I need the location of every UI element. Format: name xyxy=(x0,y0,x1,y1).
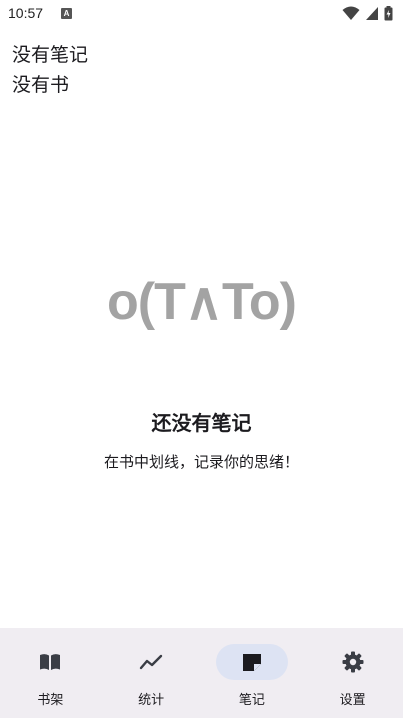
nav-label-stats: 统计 xyxy=(138,693,165,708)
nav-item-stats[interactable]: 统计 xyxy=(101,628,202,718)
bottom-navigation: 书架 统计 笔记 设置 xyxy=(0,628,403,718)
nav-item-notes[interactable]: 笔记 xyxy=(202,628,303,718)
gear-icon xyxy=(342,651,364,673)
empty-title: 还没有笔记 xyxy=(151,411,252,435)
nav-item-settings[interactable]: 设置 xyxy=(302,628,403,718)
note-icon xyxy=(242,654,261,671)
header-lines: 没有笔记 没有书 xyxy=(12,40,88,100)
nav-label-bookshelf: 书架 xyxy=(37,693,64,708)
status-icons xyxy=(342,6,393,22)
signal-icon xyxy=(365,7,378,20)
trend-icon xyxy=(139,654,163,670)
nav-item-bookshelf[interactable]: 书架 xyxy=(0,628,101,718)
nav-label-notes: 笔记 xyxy=(238,693,265,708)
status-time: 10:57 xyxy=(8,5,44,21)
nav-label-settings: 设置 xyxy=(339,693,366,708)
battery-icon xyxy=(384,6,393,21)
status-bar: 10:57 A xyxy=(0,0,403,28)
nav-pill-active xyxy=(215,644,288,680)
nav-pill xyxy=(14,644,86,680)
wifi-icon xyxy=(342,6,360,20)
notification-a-icon: A xyxy=(61,8,72,19)
nav-pill xyxy=(115,644,187,680)
no-notes-text: 没有笔记 xyxy=(12,44,89,66)
nav-pill xyxy=(317,644,389,680)
no-books-text: 没有书 xyxy=(12,74,70,96)
empty-subtitle: 在书中划线，记录你的思绪！ xyxy=(103,453,299,471)
book-icon xyxy=(40,654,61,670)
empty-emoticon: o(T∧To) xyxy=(107,273,297,331)
